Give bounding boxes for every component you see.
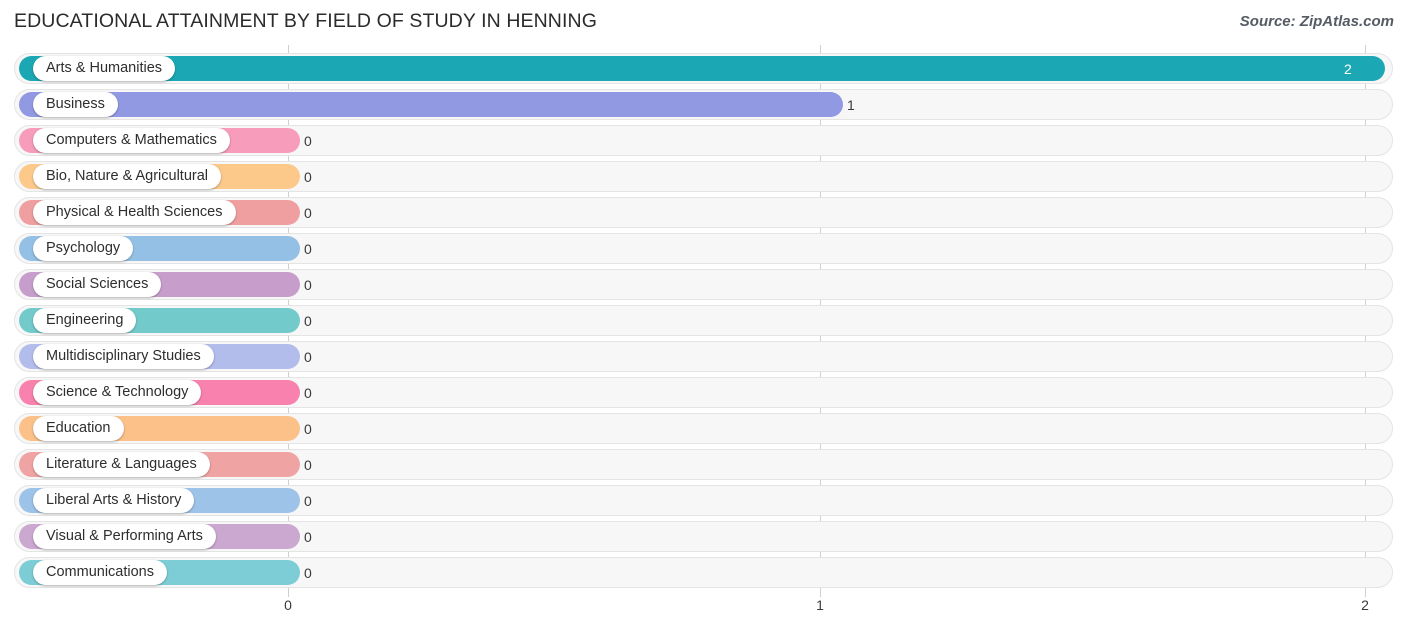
bar-value-label: 0 xyxy=(304,276,312,293)
bar-value-label: 0 xyxy=(304,348,312,365)
x-axis: 0 1 2 xyxy=(0,597,1406,631)
table-row[interactable]: Computers & Mathematics 0 xyxy=(14,125,1393,156)
bar-value-label: 0 xyxy=(304,528,312,545)
category-label-capsule: Liberal Arts & History xyxy=(33,488,195,513)
category-label: Literature & Languages xyxy=(46,456,197,473)
table-row[interactable]: Communications 0 xyxy=(14,557,1393,588)
chart-header: EDUCATIONAL ATTAINMENT BY FIELD OF STUDY… xyxy=(0,0,1406,45)
category-label-capsule: Science & Technology xyxy=(33,380,202,405)
table-row[interactable]: Literature & Languages 0 xyxy=(14,449,1393,480)
table-row[interactable]: Physical & Health Sciences 0 xyxy=(14,197,1393,228)
category-label: Arts & Humanities xyxy=(46,60,163,77)
x-axis-tick-2: 2 xyxy=(1361,597,1369,613)
table-row[interactable]: Liberal Arts & History 0 xyxy=(14,485,1393,516)
table-row[interactable]: Business 1 xyxy=(14,89,1393,120)
chart-plot-area: Arts & Humanities 2 Business 1 Computers & M… xyxy=(0,45,1406,600)
category-label-capsule: Engineering xyxy=(33,308,137,333)
category-label: Psychology xyxy=(46,240,121,257)
bar-value-label: 0 xyxy=(304,420,312,437)
category-label-capsule: Visual & Performing Arts xyxy=(33,524,216,549)
table-row[interactable]: Arts & Humanities 2 xyxy=(14,53,1393,84)
category-label: Education xyxy=(46,420,111,437)
bar-value-label: 0 xyxy=(304,564,312,581)
category-label-capsule: Bio, Nature & Agricultural xyxy=(33,164,221,189)
x-axis-tick-0: 0 xyxy=(284,597,292,613)
category-label-capsule: Physical & Health Sciences xyxy=(33,200,236,225)
category-label-capsule: Psychology xyxy=(33,236,134,261)
category-label-capsule: Literature & Languages xyxy=(33,452,210,477)
category-label-capsule: Arts & Humanities xyxy=(33,56,176,81)
category-label: Engineering xyxy=(46,312,124,329)
table-row[interactable]: Education 0 xyxy=(14,413,1393,444)
category-label: Computers & Mathematics xyxy=(46,132,217,149)
category-label-capsule: Multidisciplinary Studies xyxy=(33,344,214,369)
table-row[interactable]: Bio, Nature & Agricultural 0 xyxy=(14,161,1393,192)
bar-value-label: 2 xyxy=(1344,60,1352,77)
category-label: Liberal Arts & History xyxy=(46,492,182,509)
bar-value-label: 0 xyxy=(304,492,312,509)
category-label: Business xyxy=(46,96,105,113)
table-row[interactable]: Science & Technology 0 xyxy=(14,377,1393,408)
bar-value-label: 0 xyxy=(304,168,312,185)
table-row[interactable]: Engineering 0 xyxy=(14,305,1393,336)
category-label-capsule: Computers & Mathematics xyxy=(33,128,230,153)
table-row[interactable]: Psychology 0 xyxy=(14,233,1393,264)
bar-value-label: 0 xyxy=(304,384,312,401)
bar-value-label: 0 xyxy=(304,456,312,473)
bar xyxy=(19,56,1385,81)
bar-value-label: 0 xyxy=(304,240,312,257)
x-axis-tick-1: 1 xyxy=(816,597,824,613)
table-row[interactable]: Social Sciences 0 xyxy=(14,269,1393,300)
category-label: Multidisciplinary Studies xyxy=(46,348,201,365)
category-label: Science & Technology xyxy=(46,384,189,401)
category-label-capsule: Education xyxy=(33,416,124,441)
category-label-capsule: Communications xyxy=(33,560,167,585)
table-row[interactable]: Visual & Performing Arts 0 xyxy=(14,521,1393,552)
category-label-capsule: Business xyxy=(33,92,118,117)
category-label: Physical & Health Sciences xyxy=(46,204,223,221)
category-label: Communications xyxy=(46,564,154,581)
bar xyxy=(19,92,843,117)
bar-value-label: 0 xyxy=(304,132,312,149)
table-row[interactable]: Multidisciplinary Studies 0 xyxy=(14,341,1393,372)
bar-value-label: 0 xyxy=(304,312,312,329)
page-title: EDUCATIONAL ATTAINMENT BY FIELD OF STUDY… xyxy=(14,10,597,32)
bar-value-label: 1 xyxy=(847,96,855,113)
category-label-capsule: Social Sciences xyxy=(33,272,162,297)
bar-value-label: 0 xyxy=(304,204,312,221)
category-label: Social Sciences xyxy=(46,276,149,293)
source-attribution: Source: ZipAtlas.com xyxy=(1239,13,1394,30)
category-label: Bio, Nature & Agricultural xyxy=(46,168,208,185)
category-label: Visual & Performing Arts xyxy=(46,528,203,545)
